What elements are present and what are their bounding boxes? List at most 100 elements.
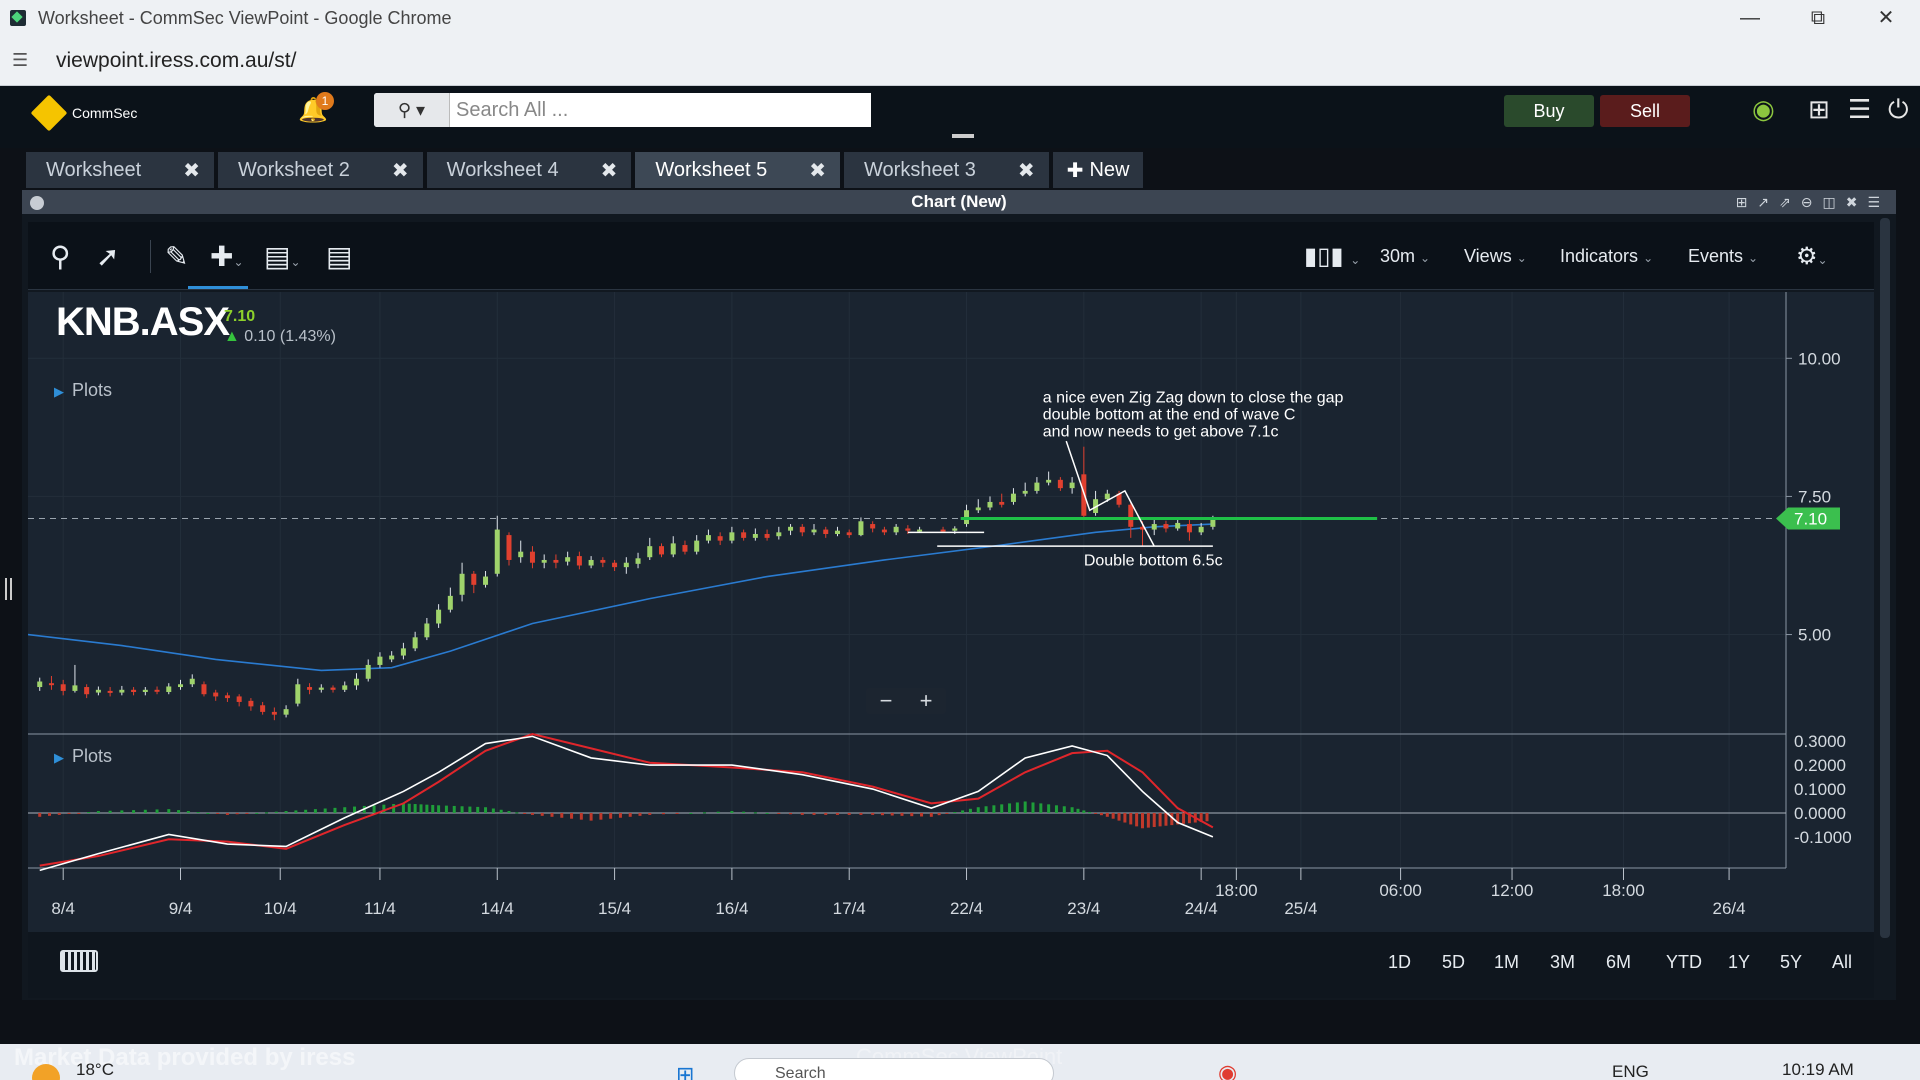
indicators-dropdown[interactable]: Indicators ⌄ — [1560, 246, 1653, 267]
panel-controls[interactable]: ⊞↗⇗⊖◫✖☰ — [1736, 190, 1890, 214]
price-chart[interactable]: 10.00 7.50 5.00 0.3000 0.2000 0.1000 0.0000 -0.… — [28, 292, 1874, 932]
power-icon[interactable]: ⏻ — [1888, 94, 1909, 126]
osc-axis-label: 0.2000 — [1794, 756, 1846, 775]
close-tab-icon[interactable]: ✖ — [183, 158, 200, 183]
search-input[interactable] — [450, 93, 871, 127]
comment-icon[interactable]: ▤⌄ — [264, 240, 301, 273]
tab-worksheet-3[interactable]: Worksheet 3 ✖ — [844, 152, 1049, 188]
crosshair-icon[interactable]: ✚⌄ — [210, 240, 244, 273]
osc-axis-label: 0.1000 — [1794, 780, 1846, 799]
candle-body — [612, 562, 618, 568]
notifications-bell-icon[interactable]: 🔔 1 — [298, 92, 334, 125]
chart-background — [28, 292, 1874, 932]
close-tab-icon[interactable]: ✖ — [809, 158, 826, 183]
tab-worksheet-2[interactable]: Worksheet 2 ✖ — [218, 152, 423, 188]
candle-body — [494, 529, 500, 574]
restore-icon[interactable]: ⧉ — [1784, 0, 1852, 36]
lightbulb-icon[interactable]: ◉ — [1752, 94, 1775, 125]
range-button-ytd[interactable]: YTD — [1666, 952, 1702, 973]
chrome-app-icon[interactable]: ◉ — [1218, 1060, 1237, 1080]
brand-name: CommSec — [72, 105, 138, 121]
range-button-1d[interactable]: 1D — [1388, 952, 1411, 973]
osc-histogram-bar — [859, 812, 863, 815]
osc-histogram-bar — [675, 812, 679, 814]
candle-body — [705, 535, 711, 541]
notification-badge: 1 — [316, 92, 334, 110]
tab-worksheet-4[interactable]: Worksheet 4 ✖ — [426, 152, 632, 188]
candle-body — [60, 684, 66, 691]
range-button-5y[interactable]: 5Y — [1780, 952, 1802, 973]
add-panel-icon[interactable]: ⊞ — [1808, 94, 1830, 125]
range-button-5d[interactable]: 5D — [1442, 952, 1465, 973]
url-text[interactable]: viewpoint.iress.com.au/st/ — [56, 49, 296, 73]
osc-histogram-bar — [413, 804, 417, 813]
osc-histogram-bar — [937, 812, 941, 816]
osc-histogram-bar — [824, 812, 828, 815]
osc-axis-label: 0.3000 — [1794, 732, 1846, 751]
candle-body — [330, 687, 336, 690]
range-button-3m[interactable]: 3M — [1550, 952, 1575, 973]
candle-body — [1198, 526, 1204, 533]
sell-button[interactable]: Sell — [1600, 95, 1690, 127]
candle-body — [189, 678, 195, 685]
settings-gear-icon[interactable]: ⚙⌄ — [1796, 242, 1828, 271]
left-resize-handle[interactable] — [0, 188, 18, 1008]
interval-dropdown[interactable]: 30m ⌄ — [1380, 246, 1430, 267]
osc-histogram-bar — [716, 811, 720, 813]
buy-button[interactable]: Buy — [1504, 95, 1594, 127]
zoom-in-icon[interactable]: + — [920, 688, 933, 714]
tab-worksheet[interactable]: Worksheet ✖ — [26, 152, 214, 188]
close-window-icon[interactable]: ✕ — [1852, 0, 1920, 36]
views-dropdown[interactable]: Views ⌄ — [1464, 246, 1527, 267]
osc-histogram-bar — [353, 806, 357, 813]
osc-histogram-bar — [284, 811, 288, 813]
taskbar-search[interactable]: Search — [734, 1058, 1054, 1080]
osc-histogram-bar — [945, 812, 949, 814]
windows-start-icon[interactable]: ⊞ — [676, 1062, 694, 1080]
data-table-icon[interactable]: ▤ — [326, 240, 352, 273]
range-button-6m[interactable]: 6M — [1606, 952, 1631, 973]
candle-body — [999, 501, 1005, 505]
drag-handle[interactable] — [952, 134, 974, 138]
language-indicator[interactable]: ENG — [1612, 1062, 1649, 1080]
chart-type-candle-icon[interactable]: ▮▯▮ ⌄ — [1304, 242, 1360, 271]
commsec-logo[interactable]: CommSec — [30, 94, 138, 132]
new-tab-button[interactable]: ✚ New — [1052, 152, 1144, 188]
address-bar[interactable]: ☰ viewpoint.iress.com.au/st/ — [0, 36, 1920, 86]
range-button-1m[interactable]: 1M — [1494, 952, 1519, 973]
search-dropdown-button[interactable]: ⚲ ▾ — [374, 93, 450, 127]
panel-title-bar[interactable]: Chart (New) ⊞↗⇗⊖◫✖☰ — [22, 190, 1896, 214]
range-button-1y[interactable]: 1Y — [1728, 952, 1750, 973]
panel-link-dot-icon[interactable] — [30, 196, 44, 210]
osc-histogram-bar — [48, 812, 52, 816]
price-plots-toggle[interactable]: ▶ Plots — [54, 380, 112, 401]
close-tab-icon[interactable]: ✖ — [601, 158, 618, 183]
indicator-add-icon[interactable]: ➚ — [96, 240, 119, 273]
zoom-out-icon[interactable]: − — [880, 688, 893, 714]
draw-pencil-icon[interactable]: ✎ — [150, 240, 188, 273]
osc-histogram-bar — [96, 811, 100, 813]
candle-body — [1057, 479, 1063, 489]
close-tab-icon[interactable]: ✖ — [392, 158, 409, 183]
minimize-icon[interactable]: — — [1716, 0, 1784, 36]
osc-histogram-bar — [1123, 812, 1127, 823]
events-dropdown[interactable]: Events ⌄ — [1688, 246, 1758, 267]
range-button-all[interactable]: All — [1832, 952, 1852, 973]
time-axis-label: 11/4 — [364, 899, 396, 918]
candle-body — [295, 684, 301, 704]
close-tab-icon[interactable]: ✖ — [1018, 158, 1035, 183]
osc-histogram-bar — [765, 812, 769, 814]
osc-histogram-bar — [1082, 810, 1086, 813]
osc-plots-toggle[interactable]: ▶ Plots — [54, 746, 112, 767]
keyboard-icon[interactable] — [60, 950, 98, 972]
menu-icon[interactable]: ☰ — [1848, 94, 1871, 125]
clock[interactable]: 10:19 AM — [1782, 1060, 1854, 1080]
tab-worksheet-5[interactable]: Worksheet 5 ✖ — [635, 152, 841, 188]
osc-histogram-bar — [871, 812, 875, 815]
osc-histogram-bar — [392, 804, 396, 813]
panel-scrollbar[interactable] — [1880, 218, 1890, 938]
osc-histogram-bar — [343, 807, 347, 813]
site-settings-icon[interactable]: ☰ — [12, 50, 42, 71]
zoom-search-icon[interactable]: ⚲ — [50, 240, 71, 273]
weather-temp[interactable]: 18°C — [76, 1060, 114, 1080]
